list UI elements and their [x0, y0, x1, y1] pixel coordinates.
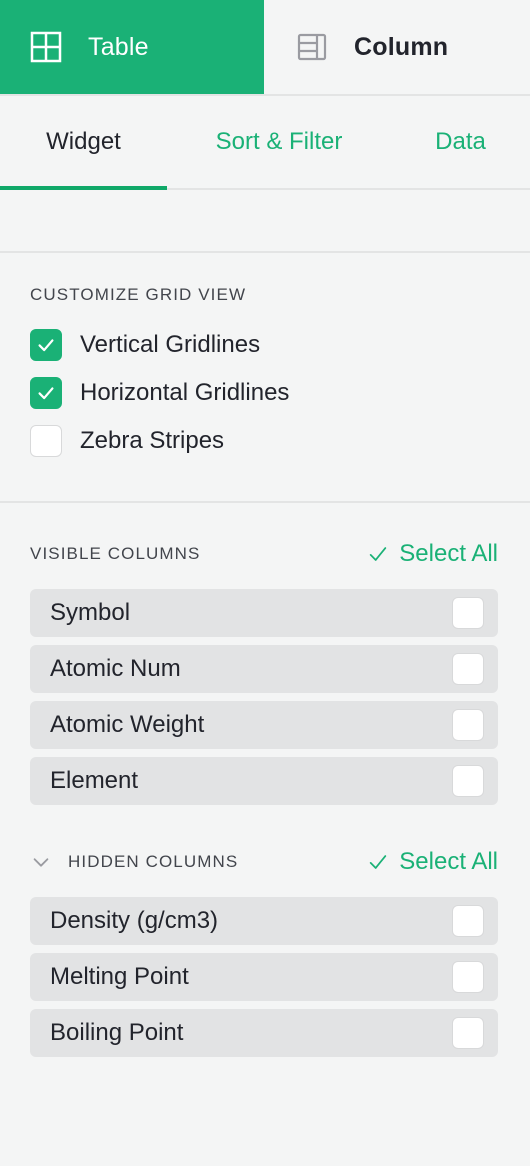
check-icon [367, 543, 389, 565]
grid-2x2-icon [30, 31, 62, 63]
hidden-columns-header[interactable]: HIDDEN COLUMNS Select All [0, 839, 530, 885]
column-name-symbol: Symbol [50, 599, 131, 626]
list-item[interactable]: Boiling Point [30, 1009, 498, 1057]
option-zebra-stripes[interactable]: Zebra Stripes [0, 417, 530, 465]
hidden-columns-group: HIDDEN COLUMNS Select All Density (g/cm3… [0, 839, 530, 1057]
tab-data[interactable]: Data [391, 96, 530, 188]
option-zebra-stripes-label: Zebra Stripes [80, 427, 225, 454]
checkbox-vertical-gridlines[interactable] [30, 329, 62, 361]
hidden-columns-select-all-label: Select All [399, 848, 498, 875]
hidden-columns-list: Density (g/cm3) Melting Point Boiling Po… [0, 897, 530, 1057]
columns-area: VISIBLE COLUMNS Select All Symbol Atomic… [0, 503, 530, 1057]
sub-tab-bar: Widget Sort & Filter Data [0, 96, 530, 190]
column-name-boiling-point: Boiling Point [50, 1019, 184, 1046]
option-vertical-gridlines[interactable]: Vertical Gridlines [0, 321, 530, 369]
checkbox-column-boiling-point[interactable] [452, 1017, 484, 1049]
grid-view-option-list: Vertical Gridlines Horizontal Gridlines … [0, 321, 530, 465]
column-name-atomic-weight: Atomic Weight [50, 711, 205, 738]
option-horizontal-gridlines-label: Horizontal Gridlines [80, 379, 290, 406]
checkbox-zebra-stripes[interactable] [30, 425, 62, 457]
list-item[interactable]: Atomic Weight [30, 701, 498, 749]
visible-columns-select-all-label: Select All [399, 540, 498, 567]
list-item[interactable]: Atomic Num [30, 645, 498, 693]
option-vertical-gridlines-label: Vertical Gridlines [80, 331, 261, 358]
mode-tab-column-label: Column [354, 32, 449, 61]
visible-columns-header: VISIBLE COLUMNS Select All [0, 531, 530, 577]
mode-tab-table-label: Table [88, 32, 149, 61]
mode-tab-column[interactable]: Column [264, 0, 530, 94]
tab-widget[interactable]: Widget [0, 96, 167, 190]
hidden-columns-select-all-button[interactable]: Select All [367, 848, 498, 876]
mode-tab-table[interactable]: Table [0, 0, 264, 94]
column-layout-icon [296, 31, 328, 63]
column-name-melting-point: Melting Point [50, 963, 189, 990]
tab-widget-label: Widget [46, 128, 121, 155]
column-name-density: Density (g/cm3) [50, 907, 219, 934]
checkbox-column-atomic-weight[interactable] [452, 709, 484, 741]
tab-data-label: Data [435, 128, 486, 155]
customize-grid-view-title: CUSTOMIZE GRID VIEW [30, 285, 247, 304]
checkbox-column-density[interactable] [452, 905, 484, 937]
column-name-atomic-num: Atomic Num [50, 655, 181, 682]
checkbox-column-melting-point[interactable] [452, 961, 484, 993]
customize-grid-view-section: CUSTOMIZE GRID VIEW Vertical Gridlines H… [0, 253, 530, 503]
checkbox-horizontal-gridlines[interactable] [30, 377, 62, 409]
mode-tab-bar: Table Column [0, 0, 530, 96]
visible-columns-list: Symbol Atomic Num Atomic Weight Element [0, 589, 530, 805]
option-horizontal-gridlines[interactable]: Horizontal Gridlines [0, 369, 530, 417]
list-item[interactable]: Melting Point [30, 953, 498, 1001]
list-item[interactable]: Symbol [30, 589, 498, 637]
list-item[interactable]: Element [30, 757, 498, 805]
hidden-columns-title: HIDDEN COLUMNS [68, 852, 239, 871]
checkbox-column-element[interactable] [452, 765, 484, 797]
toolbar-spacer [0, 190, 530, 253]
check-icon [367, 851, 389, 873]
checkbox-column-atomic-num[interactable] [452, 653, 484, 685]
column-name-element: Element [50, 767, 139, 794]
tab-sort-and-filter[interactable]: Sort & Filter [167, 96, 391, 188]
list-item[interactable]: Density (g/cm3) [30, 897, 498, 945]
visible-columns-title: VISIBLE COLUMNS [30, 544, 201, 563]
tab-sort-and-filter-label: Sort & Filter [215, 128, 343, 155]
chevron-down-icon[interactable] [30, 851, 52, 873]
visible-columns-select-all-button[interactable]: Select All [367, 540, 498, 568]
checkbox-column-symbol[interactable] [452, 597, 484, 629]
